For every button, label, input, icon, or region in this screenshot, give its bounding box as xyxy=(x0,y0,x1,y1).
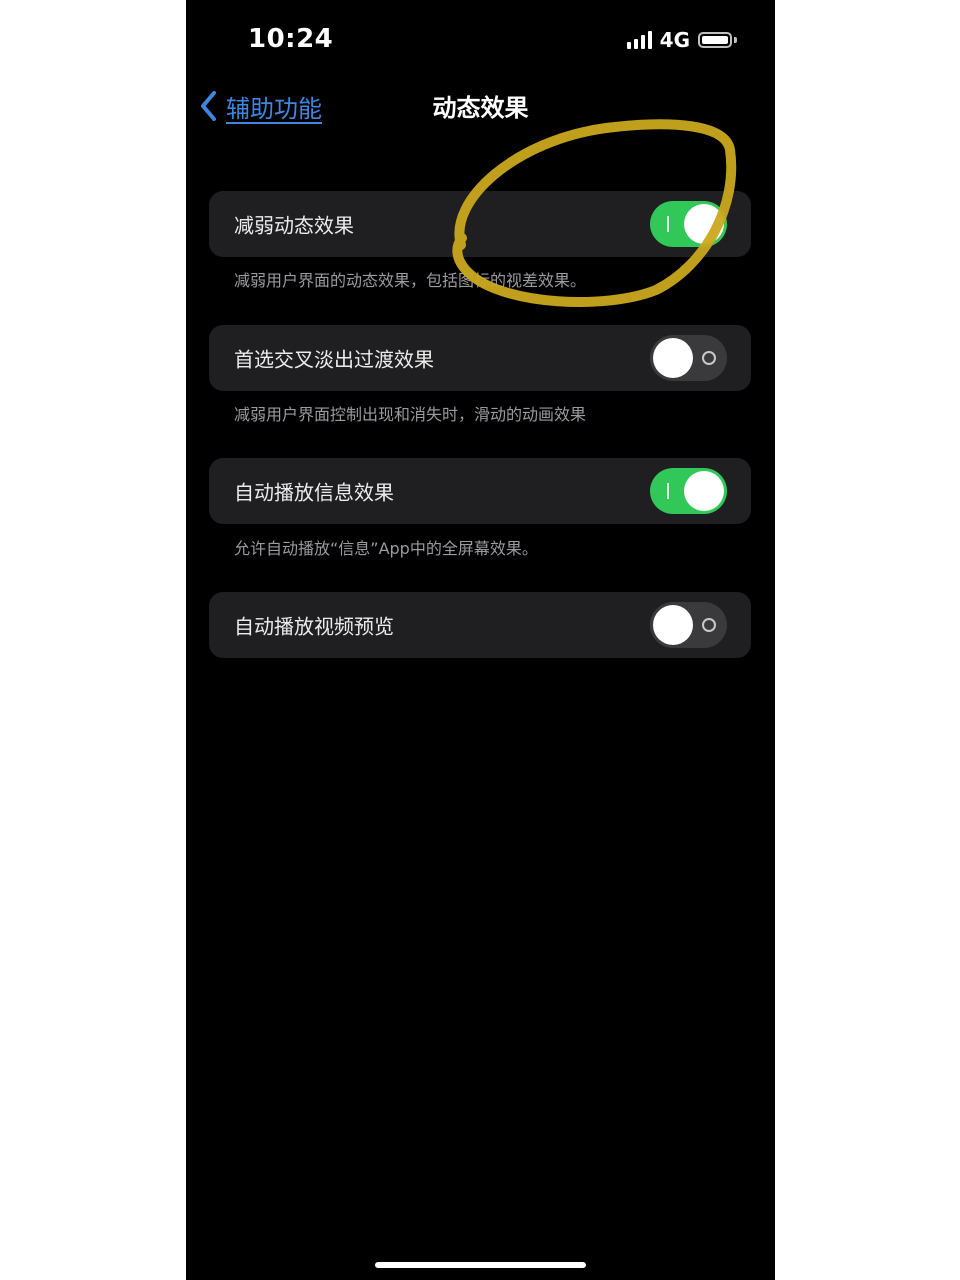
signal-bars-icon xyxy=(626,31,652,49)
setting-row-auto-play-message-effects: 自动播放信息效果 xyxy=(209,458,751,524)
toggle-off-mark xyxy=(702,351,716,365)
cross-fade-toggle[interactable] xyxy=(650,335,727,381)
toggle-off-mark xyxy=(702,618,716,632)
setting-footer: 减弱用户界面控制出现和消失时，滑动的动画效果 xyxy=(234,405,587,424)
home-indicator[interactable] xyxy=(375,1262,586,1268)
status-time: 10:24 xyxy=(248,24,334,54)
auto-play-video-previews-toggle[interactable] xyxy=(650,602,727,648)
toggle-knob xyxy=(684,204,724,244)
page-title: 动态效果 xyxy=(432,94,529,122)
battery-icon xyxy=(698,32,732,48)
toggle-knob xyxy=(653,605,693,645)
setting-footer: 允许自动播放“信息”App中的全屏幕效果。 xyxy=(234,539,538,558)
reduce-motion-toggle[interactable] xyxy=(650,201,727,247)
toggle-on-mark xyxy=(667,483,669,499)
battery-tip xyxy=(734,37,737,43)
setting-row-cross-fade: 首选交叉淡出过渡效果 xyxy=(209,325,751,391)
status-icons: 4G xyxy=(626,26,737,54)
setting-label: 自动播放视频预览 xyxy=(234,614,394,639)
toggle-on-mark xyxy=(667,216,669,232)
setting-label: 减弱动态效果 xyxy=(234,213,354,238)
toggle-knob xyxy=(653,338,693,378)
setting-row-auto-play-video-previews: 自动播放视频预览 xyxy=(209,592,751,658)
network-type: 4G xyxy=(659,28,690,52)
phone-screen: 10:24 4G 辅助功能 动态效果 减弱动态效果 减弱用户界面的动态效果，包括… xyxy=(186,0,775,1280)
setting-row-reduce-motion: 减弱动态效果 xyxy=(209,191,751,257)
setting-label: 首选交叉淡出过渡效果 xyxy=(234,347,434,372)
toggle-knob xyxy=(684,471,724,511)
setting-label: 自动播放信息效果 xyxy=(234,480,394,505)
setting-footer: 减弱用户界面的动态效果，包括图标的视差效果。 xyxy=(234,271,587,290)
auto-play-message-effects-toggle[interactable] xyxy=(650,468,727,514)
